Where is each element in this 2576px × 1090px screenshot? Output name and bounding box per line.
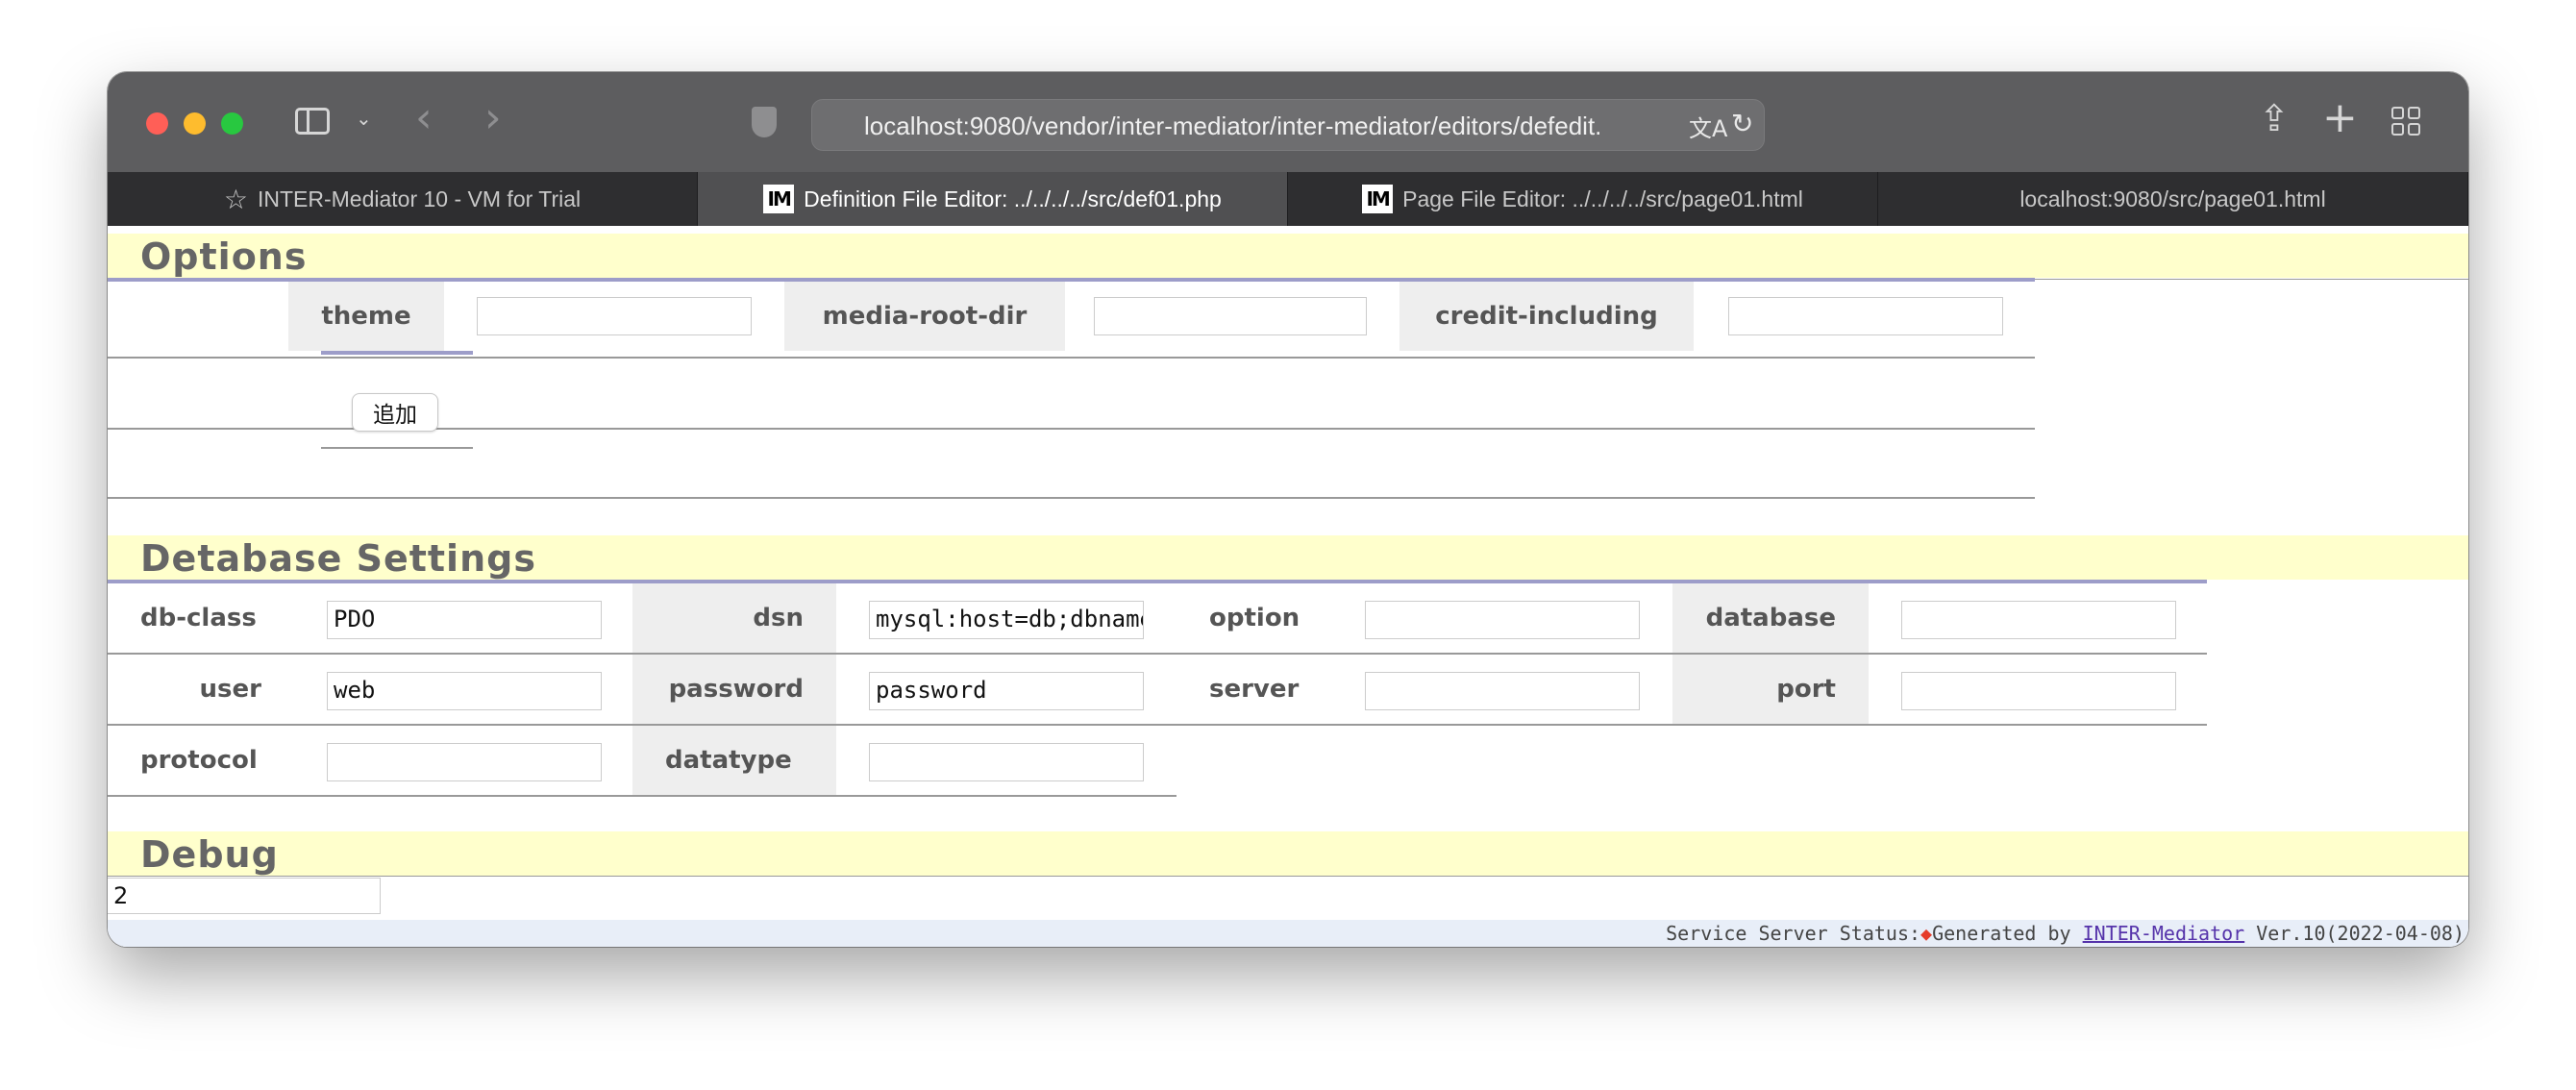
tab-label: INTER-Mediator 10 - VM for Trial — [257, 186, 582, 211]
protocol-field[interactable] — [327, 743, 602, 781]
datatype-label: datatype — [632, 726, 836, 795]
im-logo-icon: IM — [763, 185, 795, 213]
database-field[interactable] — [1901, 601, 2176, 639]
media-root-dir-label: media-root-dir — [784, 282, 1065, 351]
user-label: user — [199, 675, 261, 704]
options-bottom-rule — [108, 497, 2035, 499]
theme-label: theme — [288, 282, 444, 351]
status-diamond-icon: ◆ — [1920, 922, 1933, 945]
database-section-header: Detabase Settings — [108, 535, 2468, 580]
add-row-top-rule — [321, 351, 473, 355]
server-status-label: Service Server Status: — [1666, 922, 1921, 945]
option-field[interactable] — [1365, 601, 1640, 639]
db-class-label: db-class — [140, 604, 257, 632]
theme-field[interactable] — [477, 297, 752, 335]
header-underline — [2035, 279, 2468, 280]
dsn-label: dsn — [632, 583, 836, 653]
tab-inter-mediator-trial[interactable]: ☆ INTER-Mediator 10 - VM for Trial — [108, 172, 698, 226]
debug-title: Debug — [140, 833, 279, 876]
credit-including-label: credit-including — [1399, 282, 1694, 351]
dsn-field[interactable]: mysql:host=db;dbname=test_db;charset=utf… — [869, 601, 1144, 639]
debug-rule — [108, 876, 2468, 877]
back-icon[interactable]: ‹ — [415, 93, 433, 142]
server-label: server — [1209, 675, 1300, 704]
tab-overview-icon[interactable] — [2391, 107, 2420, 136]
options-row-rule — [108, 357, 2035, 359]
new-tab-icon[interactable]: + — [2322, 93, 2358, 142]
server-field[interactable] — [1365, 672, 1640, 710]
translate-icon[interactable]: 文A — [1689, 110, 1727, 143]
share-icon[interactable]: ⇪ — [2259, 97, 2290, 139]
forward-icon[interactable]: › — [484, 93, 502, 142]
db-class-field[interactable]: PDO — [327, 601, 602, 639]
options-title: Options — [140, 235, 308, 278]
privacy-shield-icon[interactable] — [752, 107, 777, 137]
db-bottom-rule — [108, 795, 1177, 797]
add-button[interactable]: 追加 — [352, 393, 438, 432]
address-bar[interactable]: localhost:9080/vendor/inter-mediator/int… — [811, 99, 1765, 151]
close-window-button[interactable] — [146, 112, 168, 135]
db-row-rule — [108, 724, 2207, 726]
generated-by-text: Generated by — [1932, 922, 2083, 945]
tab-label: localhost:9080/src/page01.html — [2019, 186, 2326, 211]
tab-label: Page File Editor: ../../../../src/page01… — [1402, 186, 1803, 211]
password-field[interactable]: password — [869, 672, 1144, 710]
datatype-field[interactable] — [869, 743, 1144, 781]
media-root-dir-field[interactable] — [1094, 297, 1367, 335]
add-row-bottom-rule — [321, 447, 473, 449]
browser-toolbar: ⌄ ‹ › localhost:9080/vendor/inter-mediat… — [108, 72, 2468, 172]
tab-label: Definition File Editor: ../../../../src/… — [804, 186, 1222, 211]
database-top-rule — [108, 580, 2207, 583]
reload-icon[interactable]: ↻ — [1731, 108, 1753, 139]
inter-mediator-link[interactable]: INTER-Mediator — [2083, 922, 2245, 945]
database-label: database — [1672, 583, 1869, 653]
database-title: Detabase Settings — [140, 537, 536, 580]
sidebar-icon[interactable] — [295, 108, 330, 135]
footer-status-text: Service Server Status:◆Generated by INTE… — [1666, 922, 2465, 945]
credit-including-field[interactable] — [1728, 297, 2003, 335]
page-content: Options theme media-root-dir credit-incl… — [108, 226, 2468, 947]
tab-definition-file-editor[interactable]: IM Definition File Editor: ../../../../s… — [698, 172, 1288, 226]
status-footer: Service Server Status:◆Generated by INTE… — [108, 920, 2468, 947]
user-field[interactable]: web — [327, 672, 602, 710]
tab-page01[interactable]: localhost:9080/src/page01.html — [1878, 172, 2468, 226]
star-icon: ☆ — [223, 184, 248, 214]
im-logo-icon: IM — [1362, 185, 1394, 213]
port-field[interactable] — [1901, 672, 2176, 710]
url-text[interactable]: localhost:9080/vendor/inter-mediator/int… — [864, 111, 1652, 141]
minimize-window-button[interactable] — [184, 112, 206, 135]
tab-bar: ☆ INTER-Mediator 10 - VM for Trial IM De… — [108, 172, 2468, 226]
port-label: port — [1672, 655, 1869, 724]
options-section-header: Options — [108, 234, 2468, 278]
version-text: Ver.10(2022-04-08) — [2244, 922, 2465, 945]
password-label: password — [632, 655, 836, 724]
option-label: option — [1209, 604, 1300, 632]
db-row-rule — [108, 653, 2207, 655]
zoom-window-button[interactable] — [221, 112, 243, 135]
debug-section-header: Debug — [108, 831, 2468, 876]
chevron-down-icon[interactable]: ⌄ — [356, 107, 372, 130]
protocol-label: protocol — [140, 746, 258, 775]
tab-page-file-editor[interactable]: IM Page File Editor: ../../../../src/pag… — [1288, 172, 1878, 226]
browser-window: ⌄ ‹ › localhost:9080/vendor/inter-mediat… — [108, 72, 2468, 947]
debug-field[interactable]: 2 — [108, 878, 381, 914]
